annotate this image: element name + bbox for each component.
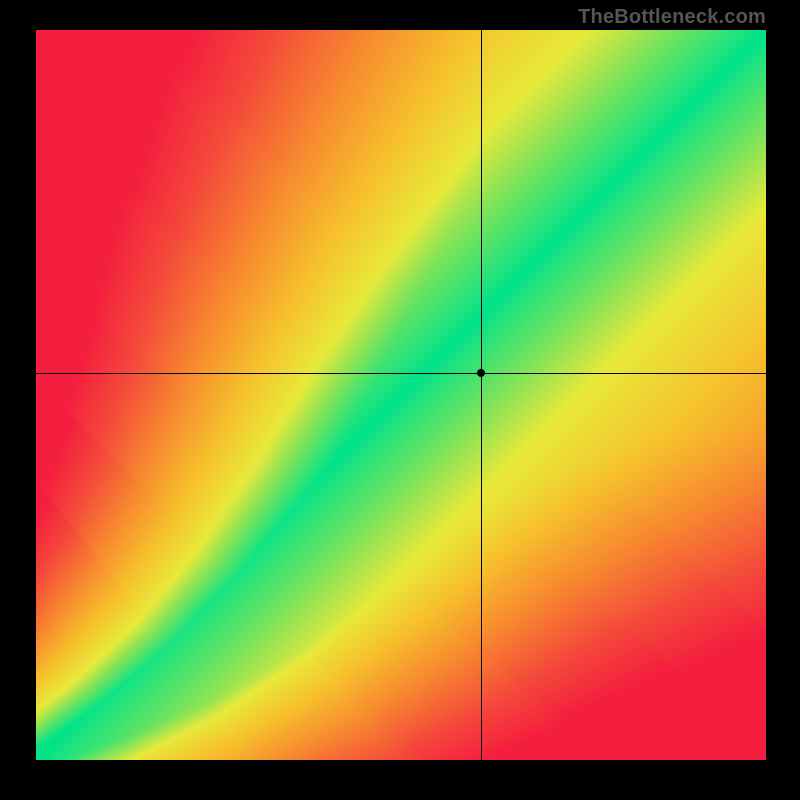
watermark-text: TheBottleneck.com	[578, 6, 766, 29]
plot-area	[36, 30, 766, 760]
crosshair-vertical	[481, 30, 482, 760]
heatmap-canvas	[36, 30, 766, 760]
chart-stage: TheBottleneck.com	[0, 0, 800, 800]
crosshair-marker	[477, 369, 485, 377]
crosshair-horizontal	[36, 373, 766, 374]
